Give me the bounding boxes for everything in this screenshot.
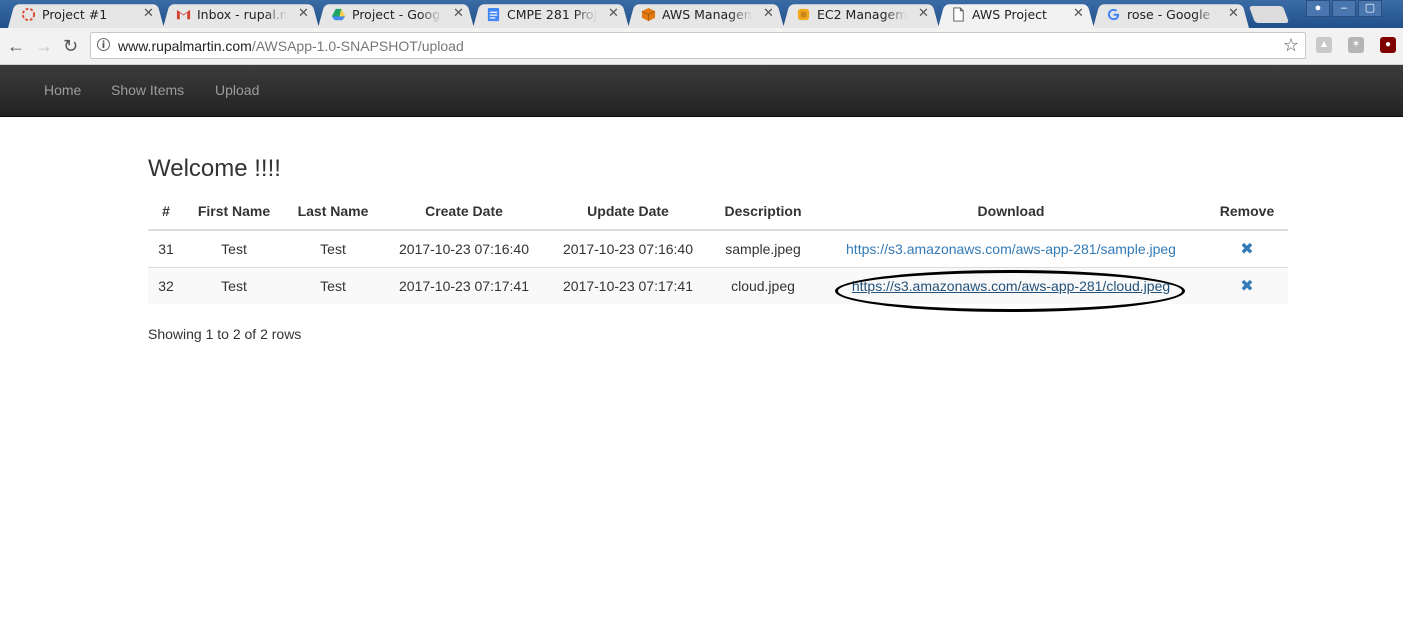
cell-description: sample.jpeg <box>710 229 816 268</box>
cell-update-date: 2017-10-23 07:16:40 <box>546 229 710 268</box>
url-path: /AWSApp-1.0-SNAPSHOT/upload <box>251 38 464 54</box>
tab-project-1[interactable]: Project #1 ✕ <box>8 0 164 28</box>
cell-first-name: Test <box>184 267 284 304</box>
cell-last-name: Test <box>284 267 382 304</box>
tab-title: Project #1 <box>42 7 108 22</box>
tab-close-icon[interactable]: ✕ <box>1228 6 1239 21</box>
cell-first-name: Test <box>184 229 284 268</box>
tab-title: EC2 Management Console <box>817 7 907 22</box>
cell-download: https://s3.amazonaws.com/aws-app-281/clo… <box>816 267 1206 304</box>
table-header-row: # First Name Last Name Create Date Updat… <box>148 193 1288 231</box>
cell-last-name: Test <box>284 229 382 268</box>
ec2-icon <box>797 8 810 21</box>
cell-update-date: 2017-10-23 07:17:41 <box>546 267 710 304</box>
tab-title: Project - Google Drive <box>352 7 442 22</box>
tab-google-drive[interactable]: Project - Google Drive ✕ <box>318 0 474 28</box>
tab-cmpe-281[interactable]: CMPE 281 Project ✕ <box>473 0 629 28</box>
cell-id: 32 <box>148 267 184 304</box>
tab-title: CMPE 281 Project <box>507 7 597 22</box>
column-header[interactable]: Create Date <box>382 193 546 231</box>
google-docs-icon <box>487 7 500 22</box>
remove-icon[interactable]: ✖ <box>1240 241 1253 258</box>
tab-ec2-console[interactable]: EC2 Management Console ✕ <box>783 0 939 28</box>
gmail-icon <box>176 9 191 20</box>
bookmark-star-icon[interactable]: ☆ <box>1283 35 1299 56</box>
ublock-icon[interactable]: ● <box>1380 37 1396 53</box>
reload-icon[interactable]: ↻ <box>63 37 78 55</box>
column-header[interactable]: Remove <box>1206 193 1288 231</box>
new-tab-button[interactable] <box>1248 6 1290 23</box>
tab-title: Inbox - rupal.martin <box>197 7 287 22</box>
cell-create-date: 2017-10-23 07:17:41 <box>382 267 546 304</box>
column-header[interactable]: Description <box>710 193 816 231</box>
column-header[interactable]: Download <box>816 193 1206 231</box>
remove-icon[interactable]: ✖ <box>1240 278 1253 295</box>
pagination-info: Showing 1 to 2 of 2 rows <box>148 326 302 342</box>
app-navbar: Home Show Items Upload <box>0 65 1403 117</box>
tab-close-icon[interactable]: ✕ <box>608 6 619 21</box>
cell-remove: ✖ <box>1206 267 1288 304</box>
maximize-icon[interactable]: ▢ <box>1358 0 1382 17</box>
column-header[interactable]: # <box>148 193 184 231</box>
tab-inbox[interactable]: Inbox - rupal.martin ✕ <box>163 0 319 28</box>
table-row: 32 Test Test 2017-10-23 07:17:41 2017-10… <box>148 267 1288 304</box>
nav-home-link[interactable]: Home <box>44 82 81 98</box>
nav-upload-link[interactable]: Upload <box>215 82 259 98</box>
tab-title: rose - Google Search <box>1127 7 1217 22</box>
url-host: www.rupalmartin.com <box>118 38 252 54</box>
back-arrow-icon[interactable]: ← <box>7 37 25 55</box>
tab-close-icon[interactable]: ✕ <box>143 6 154 21</box>
tab-title: AWS Management Console <box>662 7 752 22</box>
page-icon <box>953 7 964 22</box>
aws-cube-icon <box>641 7 656 22</box>
column-header[interactable]: First Name <box>184 193 284 231</box>
address-url[interactable]: www.rupalmartin.com/AWSApp-1.0-SNAPSHOT/… <box>118 38 464 54</box>
minimize-icon[interactable]: – <box>1332 0 1356 17</box>
download-link[interactable]: https://s3.amazonaws.com/aws-app-281/clo… <box>852 278 1170 294</box>
page-heading: Welcome !!!! <box>148 155 281 182</box>
tab-close-icon[interactable]: ✕ <box>453 6 464 21</box>
cell-download: https://s3.amazonaws.com/aws-app-281/sam… <box>816 229 1206 268</box>
tab-aws-project[interactable]: AWS Project ✕ <box>938 0 1094 28</box>
items-table: # First Name Last Name Create Date Updat… <box>148 193 1288 304</box>
tab-title: AWS Project <box>972 7 1047 22</box>
download-link[interactable]: https://s3.amazonaws.com/aws-app-281/sam… <box>846 241 1176 257</box>
pdf-extension-icon[interactable]: ▲ <box>1316 37 1332 53</box>
browser-toolbar: ← → ↻ i www.rupalmartin.com/AWSApp-1.0-S… <box>0 28 1403 65</box>
address-bar[interactable]: i www.rupalmartin.com/AWSApp-1.0-SNAPSHO… <box>90 32 1306 59</box>
table-row: 31 Test Test 2017-10-23 07:16:40 2017-10… <box>148 229 1288 268</box>
tab-close-icon[interactable]: ✕ <box>918 6 929 21</box>
cell-id: 31 <box>148 229 184 268</box>
user-icon[interactable]: ● <box>1306 0 1330 17</box>
tab-aws-console[interactable]: AWS Management Console ✕ <box>628 0 784 28</box>
tab-close-icon[interactable]: ✕ <box>298 6 309 21</box>
info-icon[interactable]: i <box>97 38 110 51</box>
nav-show-items-link[interactable]: Show Items <box>111 82 184 98</box>
cell-description: cloud.jpeg <box>710 267 816 304</box>
forward-arrow-icon[interactable]: → <box>35 37 53 55</box>
tab-google-search[interactable]: rose - Google Search ✕ <box>1093 0 1249 28</box>
column-header[interactable]: Update Date <box>546 193 710 231</box>
spinner-icon <box>21 7 36 22</box>
tab-close-icon[interactable]: ✕ <box>1073 6 1084 21</box>
cell-remove: ✖ <box>1206 229 1288 268</box>
browser-tab-strip: Project #1 ✕ Inbox - rupal.martin ✕ Proj… <box>0 0 1403 28</box>
google-drive-icon <box>331 8 346 21</box>
column-header[interactable]: Last Name <box>284 193 382 231</box>
google-icon <box>1107 8 1120 21</box>
extension-icon[interactable]: ✶ <box>1348 37 1364 53</box>
cell-create-date: 2017-10-23 07:16:40 <box>382 229 546 268</box>
tab-close-icon[interactable]: ✕ <box>763 6 774 21</box>
